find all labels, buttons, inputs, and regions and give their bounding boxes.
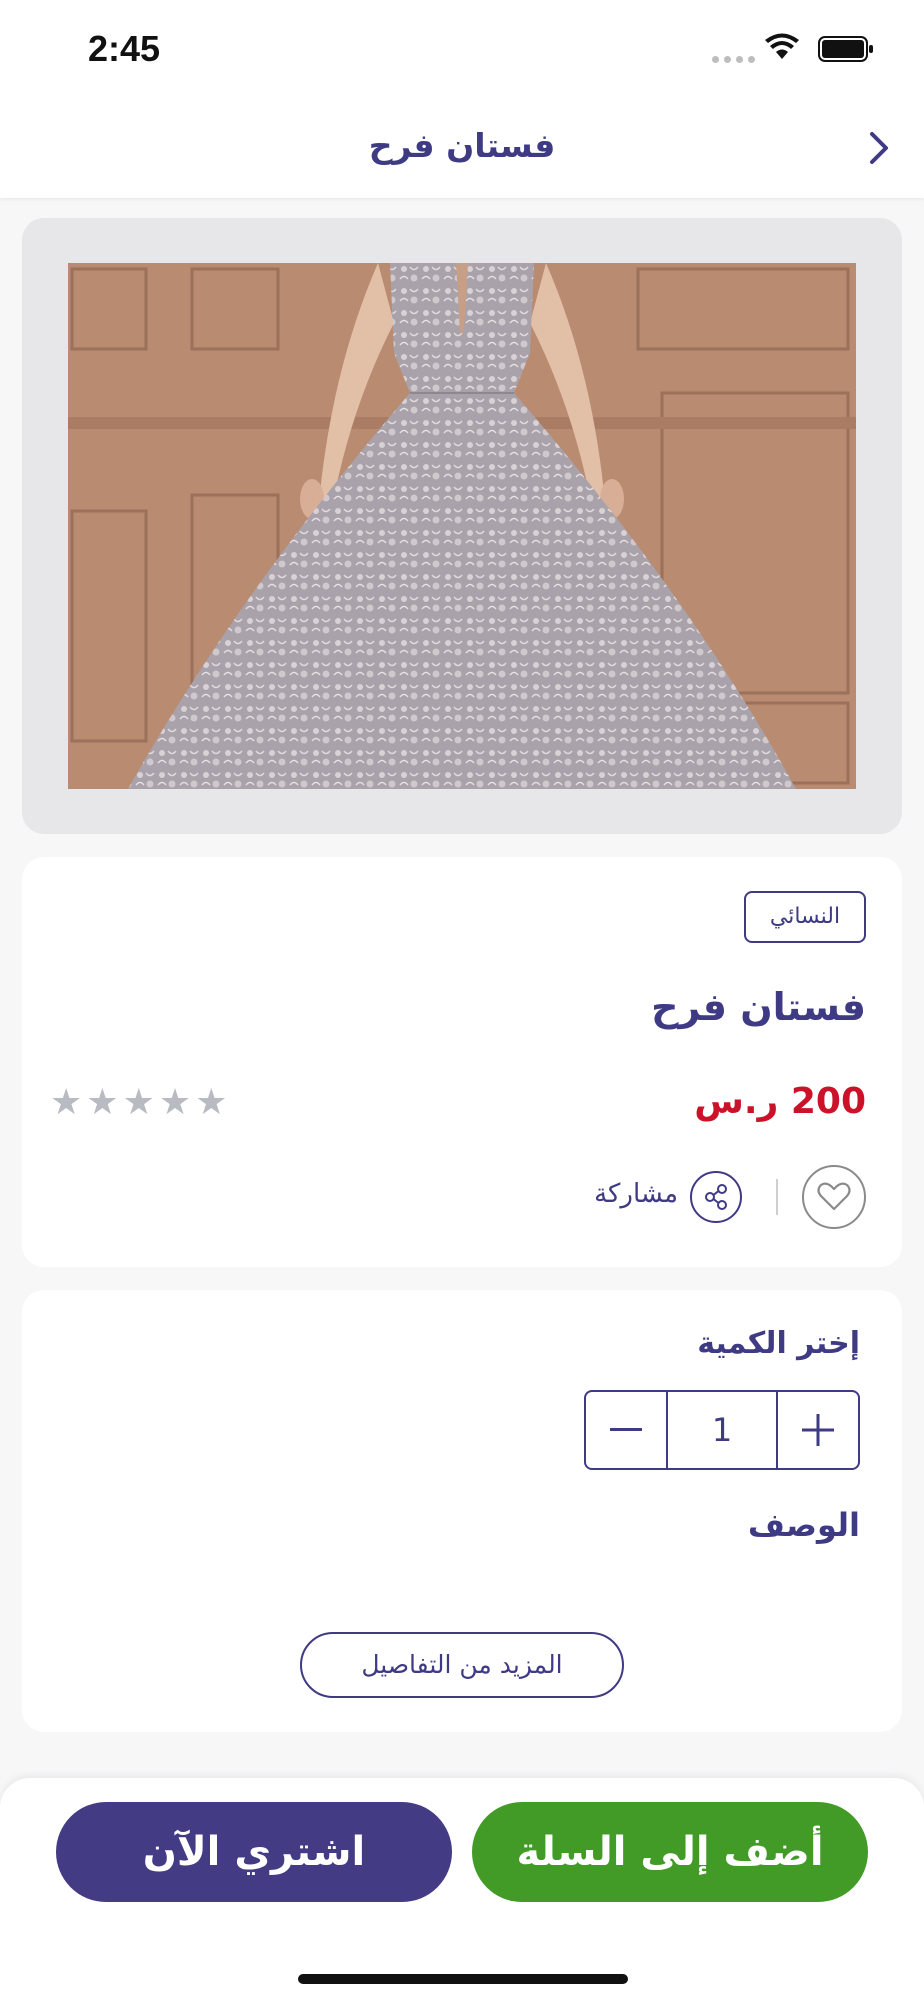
buy-now-button[interactable]: اشتري الآن — [56, 1802, 452, 1902]
favorite-button[interactable] — [802, 1165, 866, 1229]
product-title: فستان فرح — [651, 985, 866, 1029]
product-image-card — [22, 218, 902, 834]
star-icon[interactable]: ★ — [159, 1083, 191, 1123]
heart-icon — [817, 1182, 851, 1211]
share-button[interactable] — [690, 1171, 742, 1223]
star-icon[interactable]: ★ — [123, 1083, 155, 1123]
action-divider — [776, 1179, 778, 1215]
category-badge[interactable]: النسائي — [744, 891, 866, 943]
quantity-card: إختر الكمية 1 الوصف المزيد من التفاصيل — [22, 1290, 902, 1732]
status-time: 2:45 — [88, 28, 161, 69]
navigation-bar: فستان فرح — [0, 100, 924, 198]
product-image[interactable] — [68, 263, 856, 789]
star-icon[interactable]: ★ — [86, 1083, 118, 1123]
rating-stars[interactable]: ★ ★ ★ ★ ★ — [50, 1083, 227, 1123]
status-bar: 2:45 — [0, 0, 924, 100]
description-label: الوصف — [747, 1506, 860, 1544]
plus-icon — [802, 1414, 834, 1446]
minus-icon — [610, 1428, 642, 1431]
quantity-stepper[interactable]: 1 — [584, 1390, 860, 1470]
bottom-action-bar: اشتري الآن أضف إلى السلة — [0, 1778, 924, 2000]
star-icon[interactable]: ★ — [195, 1083, 227, 1123]
quantity-label: إختر الكمية — [697, 1326, 860, 1361]
battery-icon — [818, 36, 873, 62]
star-icon[interactable]: ★ — [50, 1083, 82, 1123]
signal-icon — [712, 56, 755, 63]
home-indicator — [298, 1974, 628, 1984]
back-chevron-icon[interactable] — [866, 130, 892, 166]
product-price: 200 ر.س — [694, 1081, 866, 1122]
page-title: فستان فرح — [368, 126, 556, 165]
quantity-value: 1 — [711, 1411, 733, 1449]
product-info-card: النسائي فستان فرح 200 ر.س ★ ★ ★ ★ ★ مشار… — [22, 857, 902, 1267]
wifi-icon — [765, 33, 799, 59]
increment-button[interactable] — [776, 1392, 858, 1468]
more-details-button[interactable]: المزيد من التفاصيل — [300, 1632, 624, 1698]
share-icon — [705, 1184, 727, 1210]
share-label[interactable]: مشاركة — [594, 1179, 678, 1209]
add-to-cart-button[interactable]: أضف إلى السلة — [472, 1802, 868, 1902]
decrement-button[interactable] — [586, 1392, 668, 1468]
